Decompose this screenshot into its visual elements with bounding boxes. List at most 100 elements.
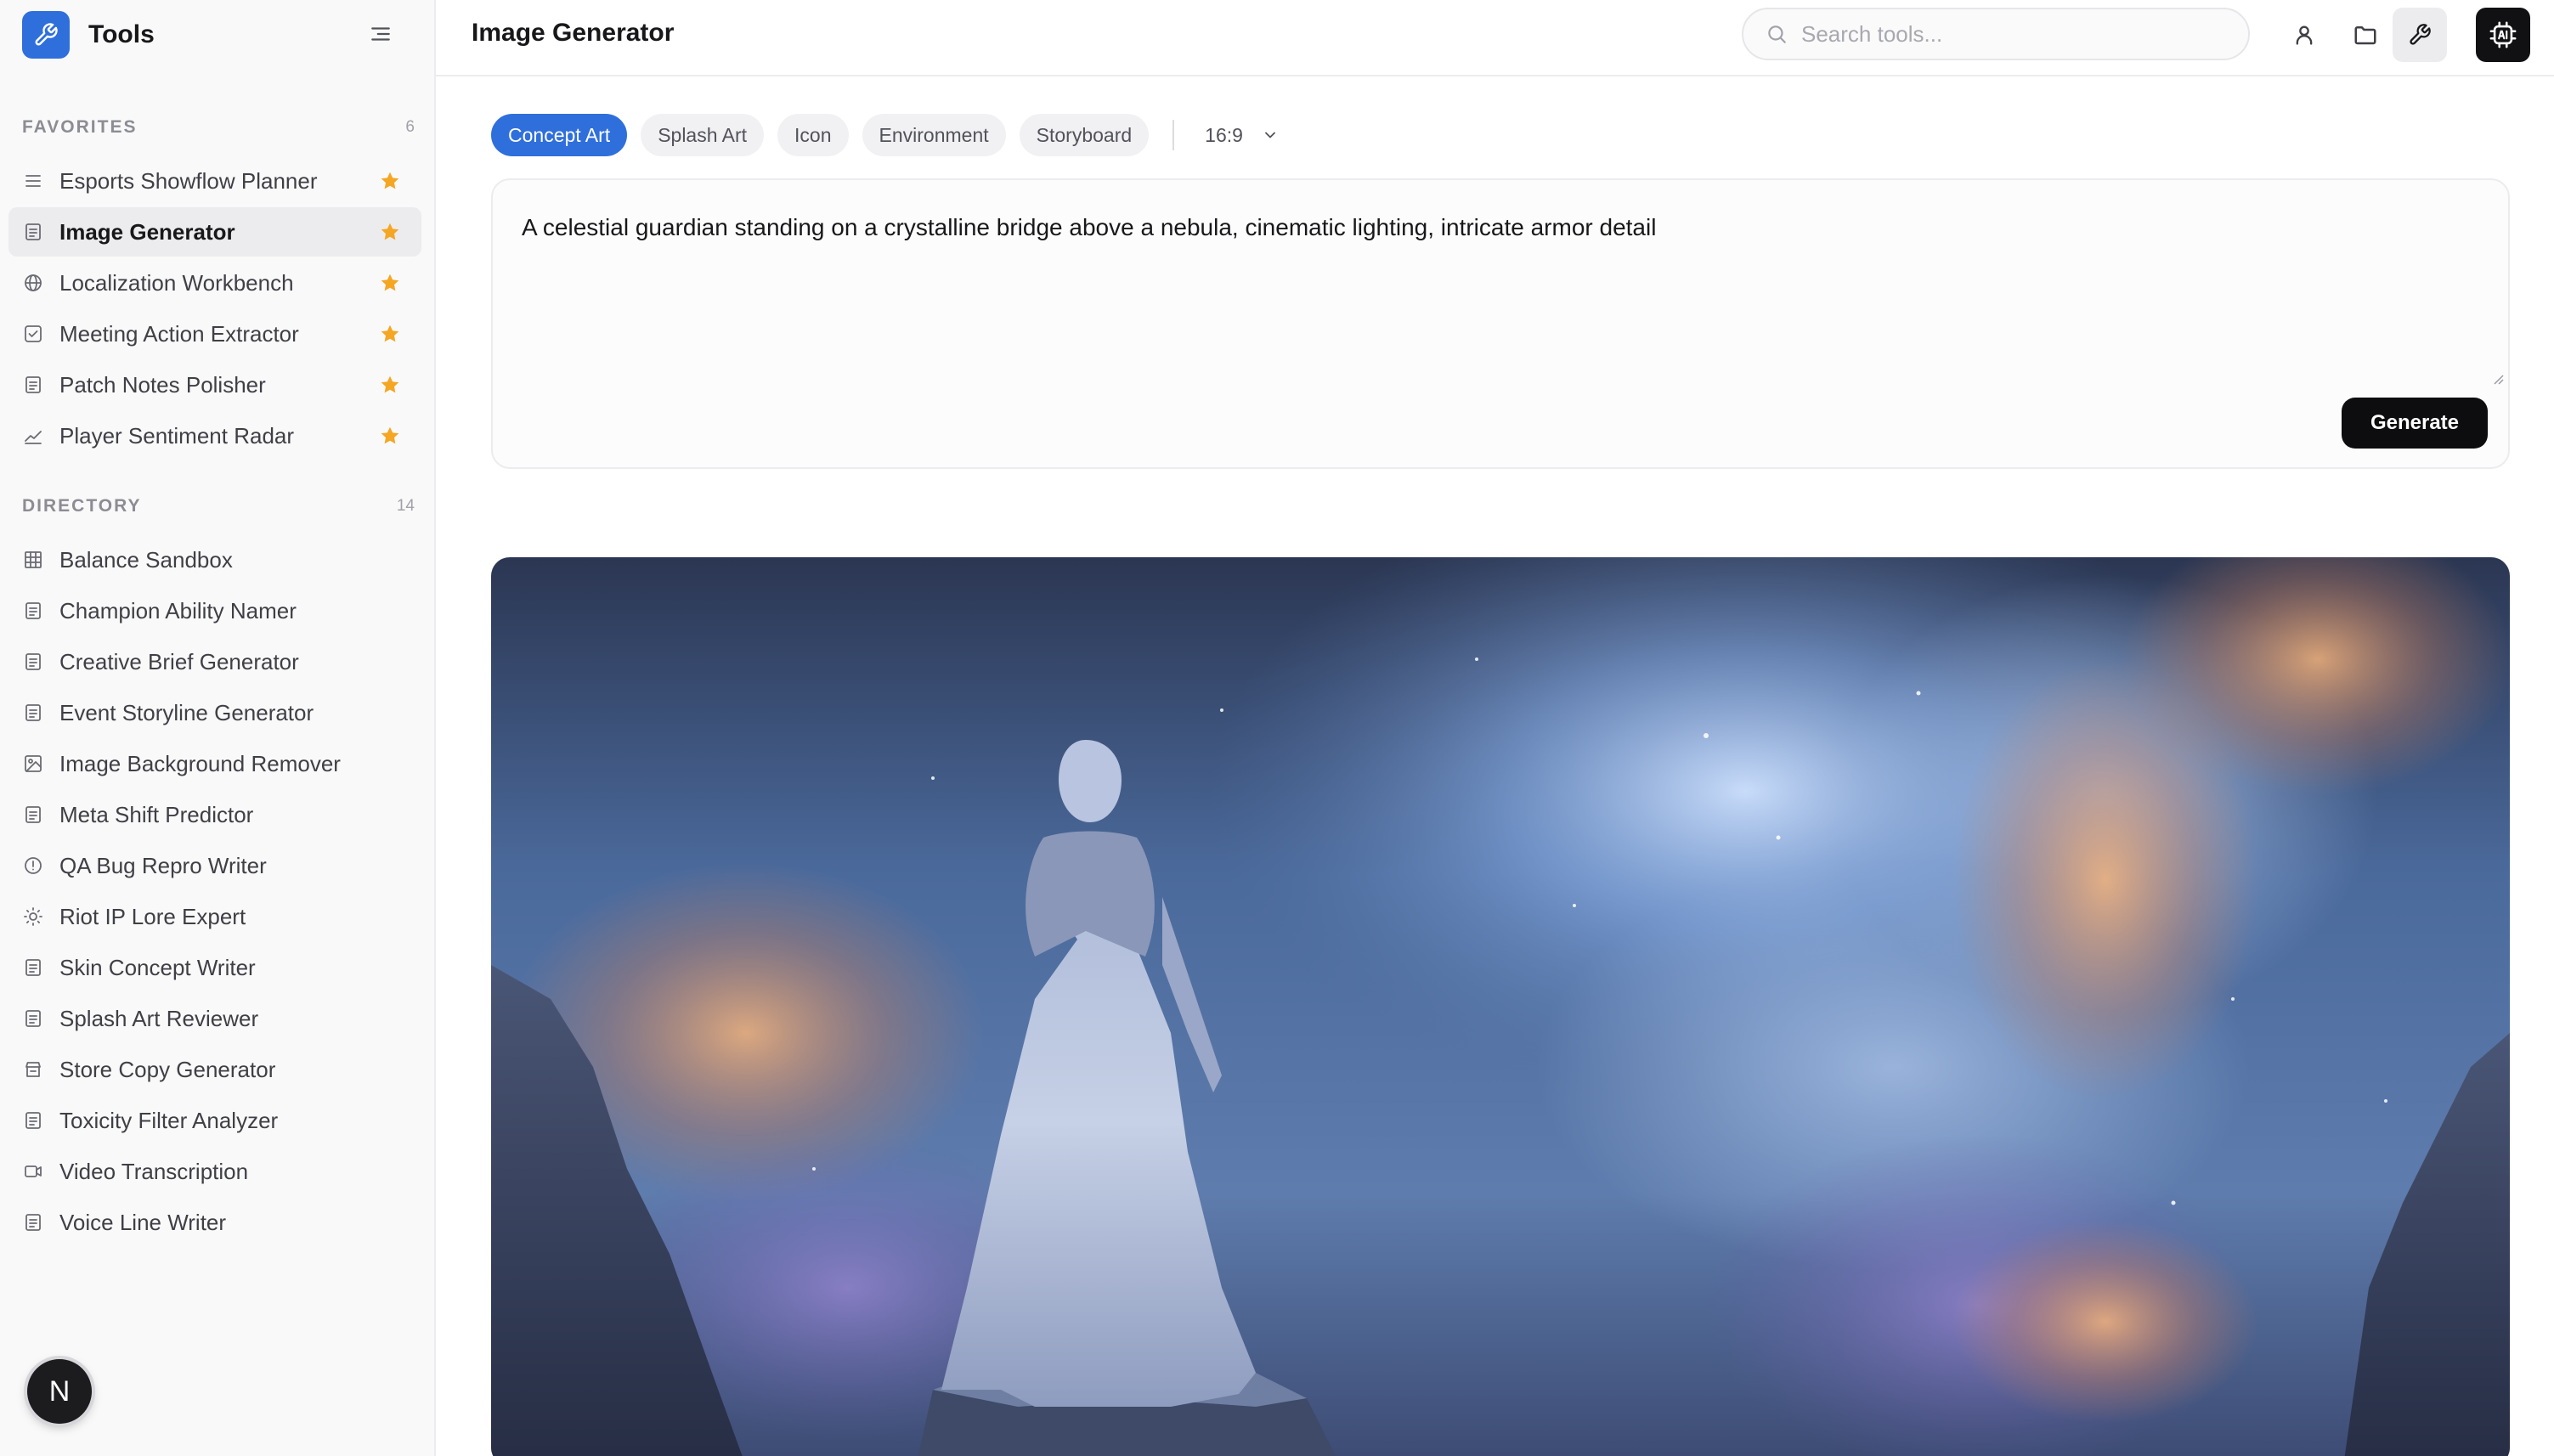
document-icon <box>22 374 44 396</box>
chart-line-icon <box>22 425 44 447</box>
sidebar-item-label: Image Background Remover <box>59 750 341 776</box>
ai-chip-icon <box>2489 21 2517 48</box>
sidebar-item-splash-art-reviewer[interactable]: Splash Art Reviewer <box>8 994 421 1043</box>
star-icon[interactable] <box>379 425 401 447</box>
folder-icon <box>2354 26 2376 45</box>
user-avatar[interactable]: N <box>27 1359 92 1424</box>
document-icon <box>22 1007 44 1030</box>
ai-assistant-button[interactable] <box>2476 8 2530 62</box>
star-icon[interactable] <box>379 374 401 396</box>
sidebar-item-riot-ip-lore-expert[interactable]: Riot IP Lore Expert <box>8 892 421 941</box>
sidebar: Tools FAVORITES 6 Esports Showflow Plann… <box>0 0 436 1456</box>
sidebar-item-label: Balance Sandbox <box>59 546 233 573</box>
aspect-ratio-select[interactable]: 16:9 <box>1198 124 1285 147</box>
search-input[interactable] <box>1801 20 2226 48</box>
sidebar-item-label: Riot IP Lore Expert <box>59 903 246 929</box>
style-chip-concept-art[interactable]: Concept Art <box>491 114 628 156</box>
table-icon <box>22 549 44 571</box>
user-icon <box>2296 25 2313 45</box>
style-chip-environment[interactable]: Environment <box>862 114 1006 156</box>
document-icon <box>22 600 44 622</box>
resize-handle-icon[interactable] <box>2491 372 2505 386</box>
sidebar-item-video-transcription[interactable]: Video Transcription <box>8 1147 421 1196</box>
sidebar-item-label: Skin Concept Writer <box>59 954 256 980</box>
aspect-ratio-value: 16:9 <box>1205 123 1243 146</box>
document-icon <box>22 804 44 826</box>
favorites-list: Esports Showflow Planner Image Generator L… <box>8 156 421 462</box>
generate-button[interactable]: Generate <box>2342 398 2488 449</box>
sidebar-item-player-sentiment-radar[interactable]: Player Sentiment Radar <box>8 411 421 460</box>
favorites-title: FAVORITES <box>22 117 138 137</box>
wrench-logo-icon <box>22 11 70 59</box>
favorites-count: 6 <box>405 118 415 136</box>
sidebar-item-label: Store Copy Generator <box>59 1056 276 1082</box>
document-icon <box>22 1211 44 1233</box>
sidebar-item-image-generator[interactable]: Image Generator <box>8 207 421 257</box>
document-icon <box>22 702 44 724</box>
sidebar-item-label: Patch Notes Polisher <box>59 371 266 398</box>
sidebar-item-qa-bug-repro-writer[interactable]: QA Bug Repro Writer <box>8 841 421 890</box>
sidebar-item-label: Splash Art Reviewer <box>59 1005 259 1031</box>
chip-divider <box>1172 120 1175 150</box>
sidebar-item-localization-workbench[interactable]: Localization Workbench <box>8 258 421 308</box>
sidebar-item-label: QA Bug Repro Writer <box>59 852 267 878</box>
star-icon[interactable] <box>379 221 401 243</box>
user-initial: N <box>48 1374 71 1408</box>
style-chip-splash-art[interactable]: Splash Art <box>641 114 765 156</box>
sidebar-item-event-storyline-generator[interactable]: Event Storyline Generator <box>8 688 421 737</box>
directory-count: 14 <box>396 497 415 515</box>
sidebar-item-label: Meta Shift Predictor <box>59 801 254 827</box>
brand[interactable]: Tools <box>22 10 155 59</box>
style-chip-storyboard[interactable]: Storyboard <box>1019 114 1150 156</box>
sidebar-item-voice-line-writer[interactable]: Voice Line Writer <box>8 1198 421 1247</box>
generated-artwork <box>491 557 2510 1456</box>
sidebar-item-label: Champion Ability Namer <box>59 597 297 624</box>
sidebar-item-balance-sandbox[interactable]: Balance Sandbox <box>8 535 421 584</box>
collapse-sidebar-button[interactable] <box>365 19 396 49</box>
sidebar-item-label: Voice Line Writer <box>59 1209 227 1235</box>
sidebar-item-label: Player Sentiment Radar <box>59 422 295 449</box>
sidebar-item-creative-brief-generator[interactable]: Creative Brief Generator <box>8 637 421 686</box>
generated-image[interactable] <box>491 557 2510 1456</box>
globe-icon <box>22 272 44 294</box>
page-title: Image Generator <box>472 19 675 47</box>
sidebar-item-champion-ability-namer[interactable]: Champion Ability Namer <box>8 586 421 635</box>
sidebar-item-store-copy-generator[interactable]: Store Copy Generator <box>8 1045 421 1094</box>
alert-circle-icon <box>22 855 44 877</box>
document-icon <box>22 957 44 979</box>
style-chip-icon[interactable]: Icon <box>777 114 849 156</box>
sidebar-item-patch-notes-polisher[interactable]: Patch Notes Polisher <box>8 360 421 409</box>
sidebar-item-label: Esports Showflow Planner <box>59 167 318 194</box>
sidebar-item-label: Video Transcription <box>59 1158 249 1184</box>
sidebar-item-skin-concept-writer[interactable]: Skin Concept Writer <box>8 943 421 992</box>
sidebar-item-label: Localization Workbench <box>59 269 294 296</box>
sidebar-item-label: Image Generator <box>59 218 235 245</box>
profile-button[interactable] <box>2277 8 2331 62</box>
sidebar-item-esports-showflow-planner[interactable]: Esports Showflow Planner <box>8 156 421 206</box>
sidebar-item-meta-shift-predictor[interactable]: Meta Shift Predictor <box>8 790 421 839</box>
prompt-textarea[interactable] <box>522 211 2476 406</box>
image-icon <box>22 753 44 775</box>
prompt-card: Generate <box>491 178 2510 469</box>
sidebar-item-meeting-action-extractor[interactable]: Meeting Action Extractor <box>8 309 421 358</box>
document-icon <box>22 651 44 673</box>
search-box[interactable] <box>1742 8 2250 60</box>
star-icon[interactable] <box>379 170 401 192</box>
sidebar-item-toxicity-filter-analyzer[interactable]: Toxicity Filter Analyzer <box>8 1096 421 1145</box>
menu-lines-icon <box>371 27 390 41</box>
search-icon <box>1768 25 1786 43</box>
sidebar-item-label: Event Storyline Generator <box>59 699 314 725</box>
sidebar-item-image-background-remover[interactable]: Image Background Remover <box>8 739 421 788</box>
app-name: Tools <box>88 20 155 48</box>
tools-button[interactable] <box>2393 8 2447 62</box>
star-icon[interactable] <box>379 272 401 294</box>
sidebar-item-label: Toxicity Filter Analyzer <box>59 1107 279 1133</box>
sidebar-item-label: Meeting Action Extractor <box>59 320 299 347</box>
chevron-down-icon <box>1262 127 1279 144</box>
files-button[interactable] <box>2338 8 2393 62</box>
top-bar: Image Generator <box>436 0 2554 76</box>
document-icon <box>22 221 44 243</box>
favorites-header: FAVORITES 6 <box>22 117 416 138</box>
directory-list: Balance Sandbox Champion Ability Namer Cre… <box>8 535 421 1249</box>
star-icon[interactable] <box>379 323 401 345</box>
